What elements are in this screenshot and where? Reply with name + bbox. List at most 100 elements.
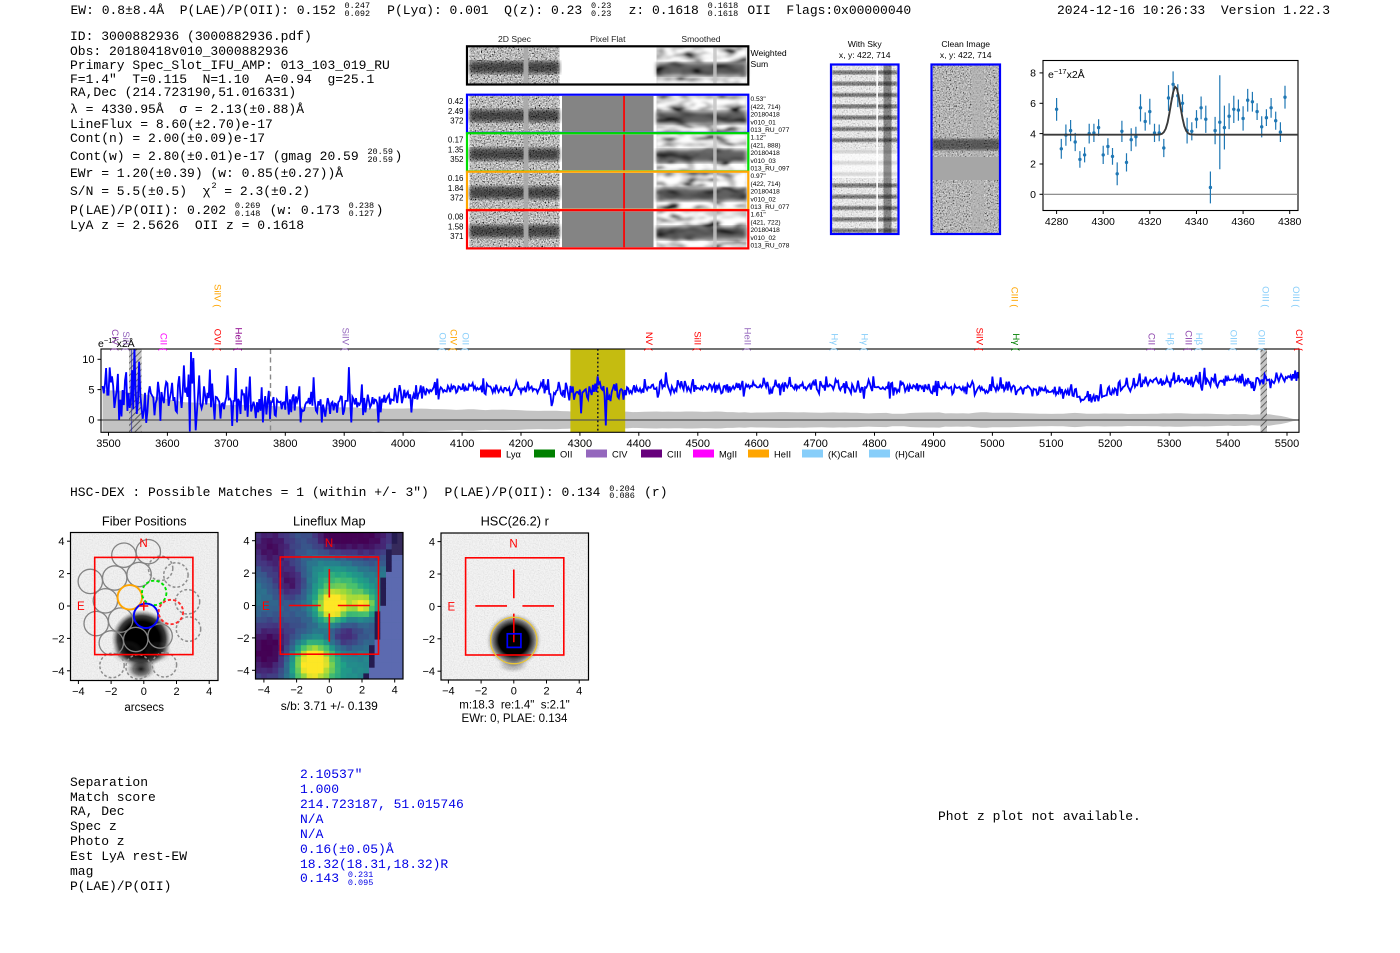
svg-text:1.35: 1.35 [448,145,464,154]
svg-text:3900: 3900 [332,438,356,450]
svg-text:CIII (: CIII ( [1009,287,1020,309]
svg-text:−4: −4 [422,666,435,678]
svg-text:With Sky: With Sky [848,39,883,49]
svg-text:2: 2 [359,685,365,697]
svg-text:m:18.3 re:1.4" s:2.1": m:18.3 re:1.4" s:2.1" [459,700,569,712]
svg-text:E: E [77,601,85,613]
svg-text:v010_01: v010_01 [751,119,777,126]
svg-text:N: N [139,538,147,550]
svg-text:5300: 5300 [1157,438,1181,450]
svg-text:Hγ (: Hγ ( [829,333,840,351]
svg-text:Clean Image: Clean Image [941,39,990,49]
svg-text:HeII {: HeII { [233,328,244,352]
svg-text:0: 0 [511,686,517,698]
svg-text:x, y: 422, 714: x, y: 422, 714 [940,50,992,60]
svg-text:3500: 3500 [96,438,120,450]
svg-text:4380: 4380 [1278,216,1302,228]
svg-text:N: N [325,538,333,550]
svg-text:4: 4 [243,536,249,548]
svg-text:4: 4 [392,685,398,697]
svg-text:0.42: 0.42 [448,97,464,106]
svg-text:−4: −4 [72,686,85,698]
svg-text:0: 0 [429,601,435,613]
svg-text:OII (: OII ( [437,332,448,351]
svg-text:1.12": 1.12" [751,135,767,142]
svg-text:Fiber Positions: Fiber Positions [102,514,187,529]
svg-text:HeII (: HeII ( [742,328,753,352]
svg-text:HSC(26.2) r: HSC(26.2) r [481,514,550,529]
svg-text:−2: −2 [105,686,118,698]
svg-text:−4: −4 [52,666,65,678]
svg-text:SiIV (: SiIV ( [212,284,223,308]
svg-text:OII: OII [560,450,572,460]
svg-text:0: 0 [141,686,147,698]
svg-text:0.16: 0.16 [448,174,464,183]
svg-text:OIII (: OIII ( [1260,286,1271,308]
svg-text:20180418: 20180418 [751,189,781,196]
svg-text:5500: 5500 [1275,438,1299,450]
svg-text:372: 372 [450,193,464,202]
svg-text:4500: 4500 [686,438,710,450]
svg-text:2D Spec: 2D Spec [498,34,532,44]
svg-text:Lineflux Map: Lineflux Map [293,514,366,529]
svg-text:0: 0 [1030,189,1036,201]
svg-text:Hβ (: Hβ ( [1165,333,1176,352]
svg-text:352: 352 [450,155,464,164]
svg-text:CIV {: CIV { [1293,329,1304,352]
svg-text:2: 2 [58,569,64,581]
svg-text:CIII: CIII [667,450,681,460]
svg-text:0.53": 0.53" [751,96,767,103]
svg-text:−2: −2 [237,633,250,645]
svg-text:013_RU_077: 013_RU_077 [751,127,790,134]
svg-text:4800: 4800 [862,438,886,450]
svg-text:5100: 5100 [1039,438,1063,450]
svg-text:SiII (: SiII ( [692,331,703,352]
svg-text:Hγ (: Hγ ( [859,333,870,351]
svg-text:−4: −4 [258,685,271,697]
svg-text:8: 8 [1030,68,1036,80]
svg-text:5: 5 [88,384,94,396]
svg-text:HeII: HeII [774,450,791,460]
svg-text:1.61": 1.61" [751,212,767,219]
svg-text:0: 0 [88,415,94,427]
svg-text:4700: 4700 [803,438,827,450]
svg-text:EWr: 0, PLAE: 0.134: EWr: 0, PLAE: 0.134 [462,713,569,725]
svg-text:−2: −2 [290,685,303,697]
svg-text:Pixel Flat: Pixel Flat [590,34,626,44]
svg-text:OII (: OII ( [460,332,471,351]
svg-text:4: 4 [206,686,212,698]
svg-text:−4: −4 [237,665,250,677]
svg-text:4320: 4320 [1138,216,1162,228]
svg-text:0: 0 [243,601,249,613]
svg-text:013_RU_097: 013_RU_097 [751,166,790,173]
svg-text:−2: −2 [52,633,65,645]
svg-text:−2: −2 [422,634,435,646]
svg-text:Hβ (: Hβ ( [1193,333,1204,352]
svg-text:2: 2 [173,686,179,698]
svg-text:1.84: 1.84 [448,184,464,193]
svg-text:−4: −4 [442,686,455,698]
svg-text:4: 4 [1030,128,1036,140]
svg-text:−2: −2 [475,686,488,698]
svg-text:Smoothed: Smoothed [681,34,720,44]
svg-text:4900: 4900 [921,438,945,450]
svg-text:2: 2 [543,686,549,698]
svg-text:013_RU_077: 013_RU_077 [751,204,790,211]
svg-text:2: 2 [429,569,435,581]
svg-text:3600: 3600 [155,438,179,450]
svg-text:NV (: NV ( [643,332,654,352]
svg-text:4300: 4300 [1092,216,1116,228]
svg-text:CIV (: CIV ( [109,329,120,352]
svg-text:4280: 4280 [1045,216,1069,228]
svg-text:5200: 5200 [1098,438,1122,450]
svg-text:(422, 714): (422, 714) [751,104,781,111]
svg-text:OIII (: OIII ( [1256,330,1267,352]
svg-text:4100: 4100 [450,438,474,450]
svg-text:(K)CaII: (K)CaII [828,450,857,460]
svg-text:371: 371 [450,232,464,241]
svg-text:s/b: 3.71 +/- 0.139: s/b: 3.71 +/- 0.139 [281,699,378,713]
svg-text:4: 4 [429,537,435,549]
svg-text:v010_03: v010_03 [751,158,777,165]
svg-text:4000: 4000 [391,438,415,450]
svg-text:v010_02: v010_02 [751,196,777,203]
